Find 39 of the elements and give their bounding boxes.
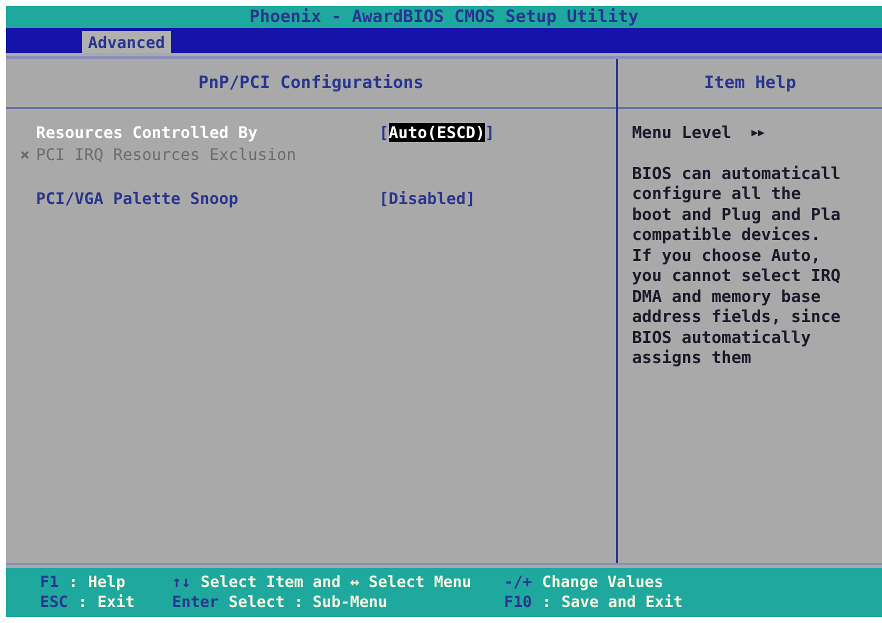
menu-level-label: Menu Level (632, 123, 732, 144)
help-text-line: boot and Plug and Pla (632, 204, 842, 225)
menu-level-mark: ▶▶ (751, 125, 765, 141)
separator: : (78, 592, 88, 612)
separator: : (68, 572, 78, 592)
key-description: Exit (97, 592, 135, 612)
setting-value[interactable]: Auto(ESCD) (388, 122, 485, 142)
help-text-line: compatible devices. (632, 225, 822, 246)
key-description: Change Values (542, 572, 664, 592)
help-text-line: BIOS automatically (632, 328, 812, 348)
help-text-line: If you choose Auto, (632, 246, 822, 266)
key-description: Help (88, 572, 126, 592)
menu-tab[interactable]: Advanced (82, 31, 172, 53)
help-text-line: configure all the (632, 184, 802, 204)
key-name: ↑↓ (172, 572, 191, 592)
window-title: Phoenix - AwardBIOS CMOS Setup Utility (250, 7, 638, 27)
key-description: Select Item and ↔ Select Menu (200, 572, 472, 592)
help-text-line: BIOS can automaticall (632, 164, 842, 184)
key-description: Select : Sub-Menu (228, 592, 388, 612)
setting-label[interactable]: Resources Controlled By (36, 122, 379, 142)
setting-label[interactable]: PCI/VGA Palette Snoop (36, 188, 379, 208)
help-text-line: address fields, since (632, 307, 842, 328)
key-name: F10 (504, 592, 532, 612)
separator: : (542, 592, 552, 612)
disabled-marker: × (20, 144, 30, 164)
help-text-line: you cannot select IRQ (632, 266, 842, 286)
setting-value[interactable]: [Disabled] (379, 188, 476, 208)
key-name: Enter (172, 592, 219, 612)
help-text-line: assigns them (632, 348, 752, 368)
key-name: -/+ (504, 572, 532, 592)
bracket: [ (379, 122, 389, 142)
key-name: ESC (40, 592, 68, 612)
help-text-line: DMA and memory base (632, 286, 822, 307)
panel-heading: Item Help (704, 73, 796, 93)
setting-label: PCI IRQ Resources Exclusion (36, 144, 298, 164)
key-name: F1 (40, 572, 59, 592)
bracket: ] (484, 122, 495, 142)
panel-heading: PnP/PCI Configurations (198, 73, 424, 93)
key-description: Save and Exit (561, 592, 683, 612)
